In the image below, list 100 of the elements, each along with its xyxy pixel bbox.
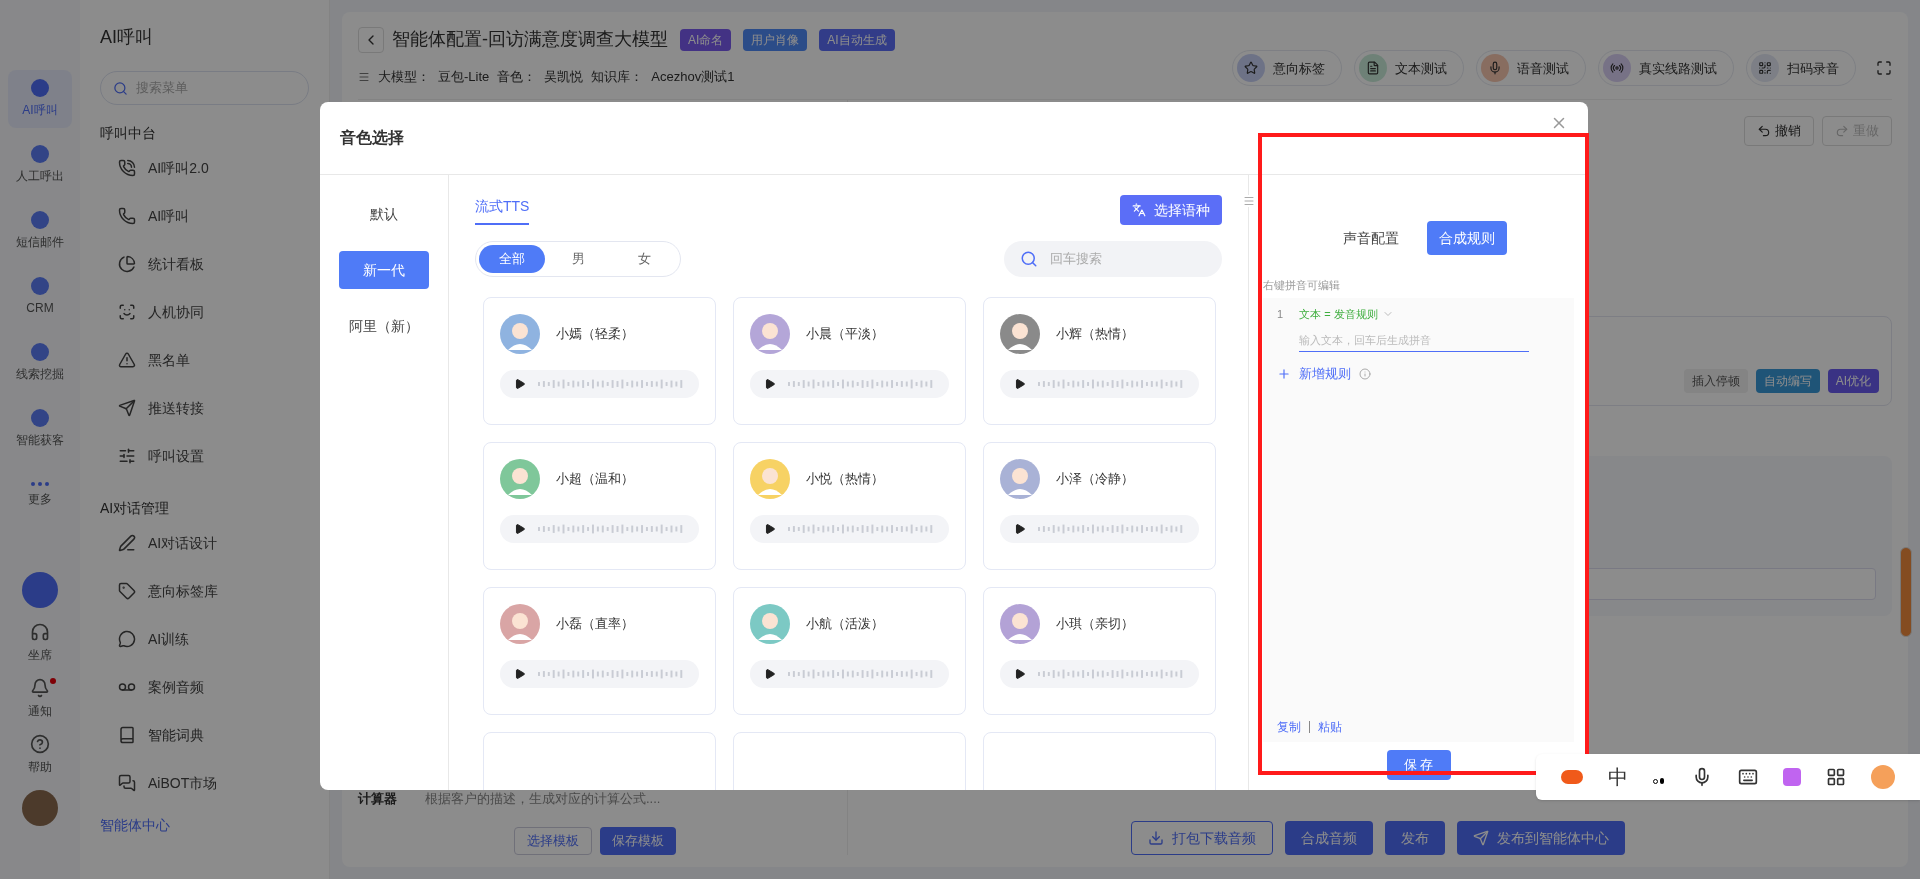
rail-item[interactable]: 通知 (28, 678, 52, 720)
badge[interactable]: 用户肖像 (743, 28, 808, 51)
line-number: 1 (1277, 306, 1284, 322)
menu-item[interactable]: 呼叫设置 (100, 432, 309, 480)
menu-item[interactable]: AI训练 (100, 615, 309, 663)
meta-label: 音色： (497, 68, 537, 86)
footer-button[interactable]: 发布 (1385, 821, 1445, 855)
category-tab[interactable]: 阿里（新） (339, 307, 429, 345)
paste-link[interactable]: 粘贴 (1318, 718, 1342, 736)
voice-card[interactable]: 小嫣（轻柔） (483, 297, 716, 425)
menu-item-icon (118, 255, 136, 273)
menu-item[interactable]: 意向标签库 (100, 567, 309, 615)
plus-icon (1277, 366, 1291, 381)
voice-card[interactable]: 小辉（热情） (983, 297, 1216, 425)
user-avatar[interactable] (22, 790, 58, 826)
editor-tool-button[interactable]: 插入停顿 (1683, 368, 1748, 393)
badge[interactable]: AI自动生成 (819, 28, 895, 51)
voice-card[interactable]: 小晨（平淡） (733, 297, 966, 425)
play-icon[interactable] (764, 668, 776, 680)
gender-option[interactable]: 女 (611, 245, 677, 273)
play-icon[interactable] (1014, 523, 1026, 535)
menu-item-icon (118, 351, 136, 369)
grid-icon[interactable] (1826, 767, 1847, 787)
template-description: 根据客户的描述，生成对应的计算公式.... (425, 790, 661, 809)
voice-card[interactable]: 小悦（热情） (733, 442, 966, 570)
voice-name: 小磊（直率） (556, 615, 634, 634)
meta-value: 豆包-Lite (438, 68, 490, 86)
voice-card[interactable]: 小超（温和） (483, 442, 716, 570)
menu-item[interactable]: 推送转接 (100, 384, 309, 432)
menu-item[interactable]: 黑名单 (100, 336, 309, 384)
dialog-title: 音色选择 (340, 128, 404, 148)
settings-tab[interactable]: 合成规则 (1426, 221, 1507, 255)
rail-item[interactable]: CRM (8, 268, 72, 326)
template-button[interactable]: 选择模板 (513, 827, 592, 855)
rail-item[interactable]: 人工呼出 (8, 136, 72, 194)
menu-section-title: 智能体中心 (100, 816, 171, 835)
rail-item[interactable]: 线索挖掘 (8, 334, 72, 392)
search-icon (113, 80, 128, 96)
voice-card[interactable]: 小磊（直率） (483, 587, 716, 715)
menu-item[interactable]: AiBOT市场 (100, 759, 309, 807)
badge[interactable]: AI命名 (680, 28, 732, 51)
fullscreen-icon[interactable] (1876, 60, 1892, 77)
play-icon[interactable] (764, 378, 776, 390)
tts-tab[interactable]: 流式TTS (475, 195, 530, 225)
menu-icon[interactable] (358, 70, 370, 83)
menu-item-icon (118, 630, 136, 648)
editor-tool-button[interactable]: 自动编写 (1755, 368, 1820, 393)
menu-item[interactable]: AI呼叫2.0 (100, 144, 309, 192)
gender-option[interactable]: 男 (545, 245, 611, 273)
template-button[interactable]: 保存模板 (599, 827, 676, 855)
add-rule-link[interactable]: 新增规则 (1277, 364, 1371, 384)
menu-item[interactable]: 统计看板 (100, 240, 309, 288)
rules-hint: 右键拼音可编辑 (1263, 278, 1341, 293)
play-icon[interactable] (1014, 378, 1026, 390)
voice-name: 小嫣（轻柔） (556, 325, 634, 344)
menu-item-icon (118, 159, 136, 177)
category-tab[interactable]: 新一代 (339, 251, 429, 289)
play-icon[interactable] (514, 523, 526, 535)
editor-tool-button[interactable]: AI优化 (1827, 368, 1879, 393)
rail-item[interactable]: 帮助 (28, 734, 52, 776)
copy-link[interactable]: 复制 (1277, 718, 1301, 736)
play-icon[interactable] (1014, 668, 1026, 680)
rail-item[interactable]: 短信邮件 (8, 202, 72, 260)
menu-item[interactable]: 智能词典 (100, 711, 309, 759)
search-icon (1020, 250, 1038, 268)
footer-button[interactable]: 合成音频 (1285, 821, 1373, 855)
rail-item[interactable]: 更多 (8, 466, 72, 524)
category-tab[interactable]: 默认 (339, 195, 429, 233)
keyboard-icon[interactable] (1737, 767, 1758, 787)
scrollbar[interactable] (1900, 547, 1912, 637)
menu-item[interactable]: AI对话设计 (100, 519, 309, 567)
voice-card[interactable]: 小琪（亲切） (983, 587, 1216, 715)
page-title: 智能体配置-回访满意度调查大模型 (392, 28, 668, 51)
voice-card[interactable]: 小航（活泼） (733, 587, 966, 715)
menu-item[interactable]: 人机协同 (100, 288, 309, 336)
ime-mode[interactable]: 中 (1607, 762, 1628, 792)
action-icon (1610, 61, 1624, 76)
rail-item[interactable]: AI呼叫 (8, 70, 72, 128)
play-icon[interactable] (514, 378, 526, 390)
menu-item[interactable]: 案例音频 (100, 663, 309, 711)
voice-card[interactable]: 小泽（冷静） (983, 442, 1216, 570)
language-button[interactable]: 选择语种 (1120, 195, 1222, 225)
action-icon (1366, 61, 1380, 76)
template-name: 计算器 (358, 790, 397, 809)
gender-option[interactable]: 全部 (479, 245, 545, 273)
play-icon[interactable] (764, 523, 776, 535)
rail-item[interactable]: 智能获客 (8, 400, 72, 458)
undo-button[interactable]: 撤销 (1744, 115, 1814, 146)
back-button[interactable] (358, 26, 384, 53)
footer-button[interactable]: 发布到智能体中心 (1457, 821, 1625, 855)
menu-item[interactable]: AI呼叫 (100, 192, 309, 240)
app-icon (31, 409, 49, 427)
rail-item[interactable]: 坐席 (28, 622, 52, 664)
menu-item-icon (118, 726, 136, 744)
play-icon[interactable] (514, 668, 526, 680)
voice-name: 小辉（热情） (1056, 325, 1134, 344)
menu-icon[interactable] (1243, 195, 1255, 207)
footer-button[interactable]: 打包下载音频 (1131, 821, 1273, 855)
settings-tab[interactable]: 声音配置 (1330, 221, 1411, 255)
rule-type-select[interactable]: 文本 = 发音规则 (1299, 305, 1394, 322)
